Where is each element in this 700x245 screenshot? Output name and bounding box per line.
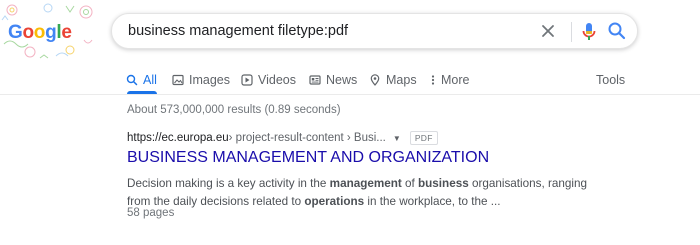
- logo-letter: G: [8, 22, 23, 43]
- search-input[interactable]: business management filetype:pdf: [128, 23, 348, 39]
- tab-label: Tools: [596, 73, 626, 87]
- tab-images[interactable]: Images: [172, 71, 230, 89]
- more-vert-icon: [430, 74, 436, 86]
- tab-label: News: [326, 73, 358, 87]
- search-divider: [571, 22, 572, 42]
- news-icon: [309, 74, 321, 86]
- result-snippet: Decision making is a key activity in the…: [127, 177, 587, 208]
- search-submit-button[interactable]: [606, 20, 628, 42]
- result-breadcrumb: https://ec.europa.eu › project-result-co…: [127, 131, 438, 145]
- tab-label: Images: [189, 73, 230, 87]
- filetype-badge: PDF: [409, 131, 438, 145]
- search-icon: [608, 22, 626, 40]
- result-title-link[interactable]: BUSINESS MANAGEMENT AND ORGANIZATION: [127, 149, 489, 167]
- microphone-icon: [582, 23, 596, 40]
- image-icon: [172, 74, 184, 86]
- tab-label: More: [441, 73, 470, 87]
- voice-search-button[interactable]: [579, 20, 599, 44]
- logo-wordmark: Google: [8, 22, 72, 44]
- header-divider: [0, 94, 700, 95]
- result-stats: About 573,000,000 results (0.89 seconds): [127, 104, 341, 116]
- search-box[interactable]: business management filetype:pdf: [111, 13, 638, 49]
- result-path: › project-result-content › Busi...: [228, 132, 386, 144]
- tab-label: All: [143, 73, 157, 87]
- logo-letter: o: [22, 22, 34, 43]
- logo-letter: g: [45, 22, 57, 43]
- close-icon: [542, 25, 554, 37]
- tab-more[interactable]: More: [430, 71, 469, 89]
- tab-tools[interactable]: Tools: [596, 71, 625, 89]
- result-domain: https://ec.europa.eu: [127, 132, 229, 144]
- search-icon: [126, 74, 138, 86]
- tab-label: Videos: [258, 73, 296, 87]
- logo-letter: e: [61, 22, 72, 43]
- video-icon: [241, 74, 253, 86]
- map-pin-icon: [369, 74, 381, 86]
- tab-videos[interactable]: Videos: [241, 71, 296, 89]
- tab-maps[interactable]: Maps: [369, 71, 417, 89]
- google-logo[interactable]: Google: [0, 0, 100, 62]
- result-menu-caret[interactable]: ▼: [393, 134, 401, 143]
- tab-news[interactable]: News: [309, 71, 357, 89]
- logo-letter: o: [33, 22, 46, 43]
- tab-all[interactable]: All: [126, 71, 157, 89]
- result-page-count: 58 pages: [127, 207, 175, 219]
- clear-search-button[interactable]: [538, 21, 558, 41]
- tab-label: Maps: [386, 73, 417, 87]
